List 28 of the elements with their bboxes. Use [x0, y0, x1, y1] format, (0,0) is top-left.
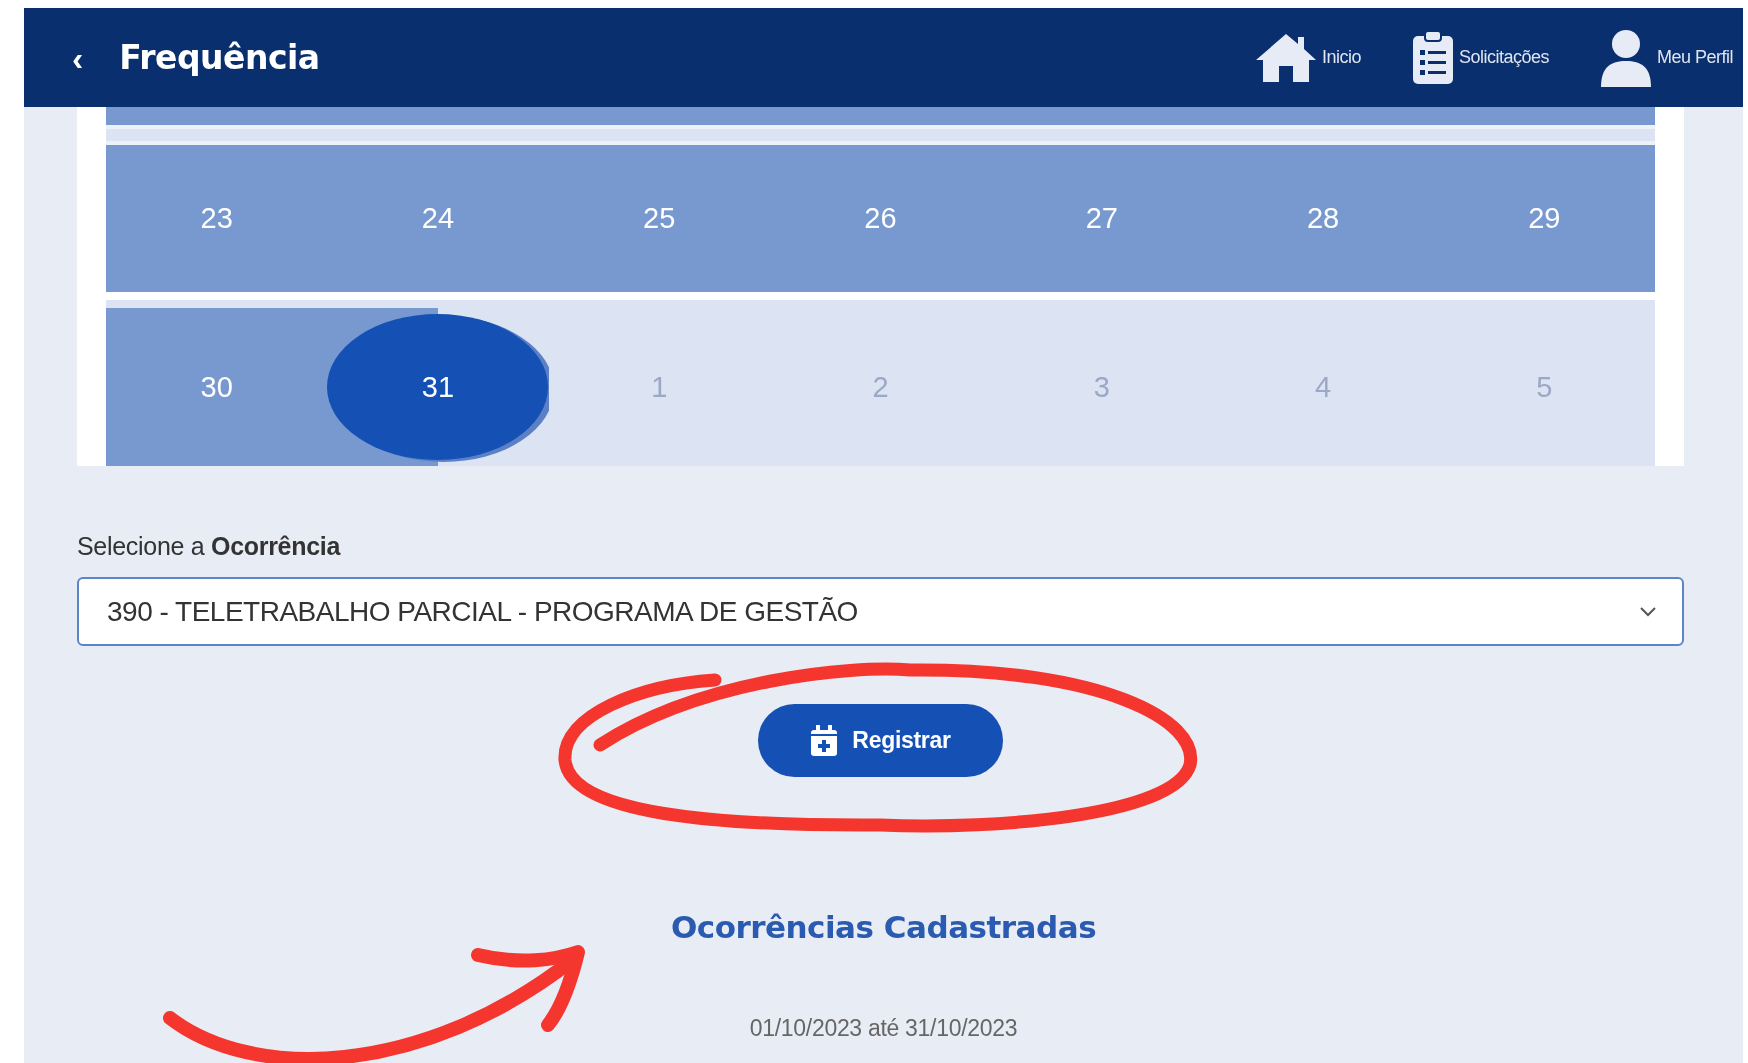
calendar-day[interactable]: 23: [106, 145, 328, 292]
calendar-plus-icon: [810, 724, 839, 757]
section-title: Ocorrências Cadastradas: [670, 909, 1097, 945]
calendar-day[interactable]: 28: [1212, 145, 1434, 292]
chevron-down-icon: [1640, 606, 1656, 617]
date-range: 01/10/2023 até 31/10/2023: [749, 1015, 1018, 1042]
nav-link[interactable]: Meu Perfil: [1598, 28, 1733, 87]
occurrence-dropdown[interactable]: 390 - TELETRABALHO PARCIAL - PROGRAMA DE GESTÃO: [77, 577, 1684, 646]
calendar-day[interactable]: 3: [991, 308, 1213, 466]
field-label: Selecione a Ocorrência: [77, 532, 342, 561]
calendar-day[interactable]: 27: [991, 145, 1213, 292]
calendar-day[interactable]: 29: [1433, 145, 1655, 292]
calendar-day[interactable]: 30: [106, 308, 328, 466]
nav-link[interactable]: Solicitações: [1410, 29, 1549, 86]
selected-day[interactable]: 31: [327, 314, 549, 460]
calendar-day[interactable]: 2: [769, 308, 992, 466]
calendar-day[interactable]: 26: [769, 145, 992, 292]
nav-link[interactable]: Inicio: [1253, 31, 1361, 84]
calendar-day[interactable]: 5: [1433, 308, 1655, 466]
register-button[interactable]: Registrar: [758, 704, 1003, 777]
calendar-day[interactable]: 1: [548, 308, 770, 466]
calendar-day[interactable]: 4: [1212, 308, 1434, 466]
user-icon: [1598, 28, 1653, 87]
calendar-day[interactable]: 24: [327, 145, 549, 292]
clipboard-list-icon: [1410, 29, 1455, 86]
back-button[interactable]: ‹: [66, 40, 90, 75]
page-title: Frequência: [119, 38, 320, 77]
calendar-day[interactable]: 25: [548, 145, 770, 292]
